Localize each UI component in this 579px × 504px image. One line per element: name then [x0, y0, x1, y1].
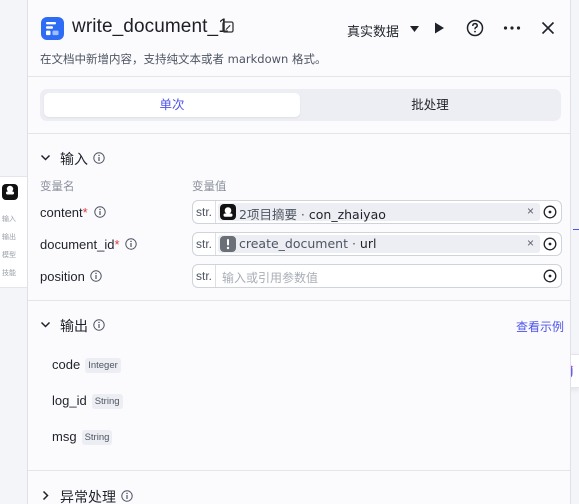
document-id-field[interactable]: str. create_document · url ×: [192, 232, 562, 256]
column-header-name: 变量名: [40, 179, 75, 193]
more-icon[interactable]: [501, 17, 523, 39]
background-node-label: 模型: [2, 251, 16, 259]
llm-node-icon: [220, 204, 236, 220]
help-icon[interactable]: [464, 17, 486, 39]
view-example-link[interactable]: 查看示例: [516, 318, 564, 335]
required-marker: *: [114, 237, 120, 252]
variable-picker-icon[interactable]: [543, 269, 557, 283]
run-mode-dropdown[interactable]: 真实数据: [347, 21, 419, 40]
clear-icon[interactable]: ×: [527, 236, 534, 250]
reference-chip[interactable]: create_document · url ×: [218, 235, 540, 253]
output-section-label: 输出: [60, 319, 88, 335]
position-field[interactable]: str. 输入或引用参数值: [192, 264, 562, 288]
info-icon[interactable]: [93, 152, 105, 164]
info-icon[interactable]: [90, 270, 102, 282]
output-field: log_id String: [52, 392, 123, 410]
content-field[interactable]: str. 2项目摘要 · con_zhaiyao ×: [192, 200, 562, 224]
type-badge: String: [91, 394, 123, 409]
output-field: code Integer: [52, 356, 121, 374]
error-section-label: 异常处理: [60, 490, 116, 504]
reference-text: 2项目摘要 · con_zhaiyao: [239, 207, 386, 222]
required-marker: *: [82, 205, 88, 220]
type-selector[interactable]: str.: [193, 265, 216, 287]
divider: [28, 300, 570, 301]
mode-tabs: 单次 批处理: [40, 89, 561, 121]
output-field-name: code: [52, 357, 81, 372]
column-header-value: 变量值: [192, 179, 227, 193]
input-section-label: 输入: [60, 152, 88, 168]
divider: [28, 133, 570, 134]
background-node-label: 输出: [2, 233, 16, 241]
background-node-icon: [2, 184, 18, 200]
background-node-label: 技能: [2, 269, 16, 277]
chevron-right-icon: [42, 490, 49, 501]
divider: [28, 470, 570, 471]
divider: [28, 76, 570, 77]
edit-icon[interactable]: [222, 21, 234, 33]
type-badge: String: [81, 430, 113, 445]
param-name-content: content*: [40, 205, 88, 220]
reference-text: create_document · url: [239, 236, 377, 251]
chevron-down-icon: [410, 26, 419, 32]
type-selector[interactable]: str.: [193, 233, 216, 255]
document-node-icon: [41, 17, 64, 40]
output-field-name: msg: [52, 429, 77, 444]
panel-header: write_document_1 真实数据 在文档中新增内容，支持纯文本或者 m…: [28, 0, 570, 76]
type-selector[interactable]: str.: [193, 201, 216, 223]
info-icon[interactable]: [93, 319, 105, 331]
warning-icon: [220, 236, 236, 252]
chevron-down-icon: [40, 154, 51, 161]
output-field: msg String: [52, 428, 113, 446]
chevron-down-icon: [40, 321, 51, 328]
canvas-edge: [573, 229, 579, 230]
param-name-position: position: [40, 269, 85, 284]
close-icon[interactable]: [537, 17, 559, 39]
info-icon[interactable]: [94, 206, 106, 218]
type-badge: Integer: [85, 358, 121, 373]
node-title: write_document_1: [72, 16, 229, 37]
position-input-placeholder[interactable]: 输入或引用参数值: [222, 269, 318, 286]
error-section-header[interactable]: 异常处理: [40, 487, 180, 504]
run-mode-label: 真实数据: [347, 25, 400, 40]
background-node-label: 输入: [2, 215, 16, 223]
tab-batch[interactable]: 批处理: [302, 93, 558, 117]
clear-icon[interactable]: ×: [527, 204, 534, 218]
reference-chip[interactable]: 2项目摘要 · con_zhaiyao ×: [218, 203, 540, 222]
info-icon[interactable]: [121, 490, 133, 502]
param-name-document-id: document_id*: [40, 237, 120, 252]
info-icon[interactable]: [125, 238, 137, 250]
tab-single[interactable]: 单次: [44, 93, 300, 117]
variable-picker-icon[interactable]: [543, 237, 557, 251]
variable-picker-icon[interactable]: [543, 205, 557, 219]
run-icon[interactable]: [428, 17, 450, 39]
node-config-panel: write_document_1 真实数据 在文档中新增内容，支持纯文本或者 m…: [27, 0, 571, 504]
output-field-name: log_id: [52, 393, 87, 408]
node-description: 在文档中新增内容，支持纯文本或者 markdown 格式。: [40, 52, 327, 66]
